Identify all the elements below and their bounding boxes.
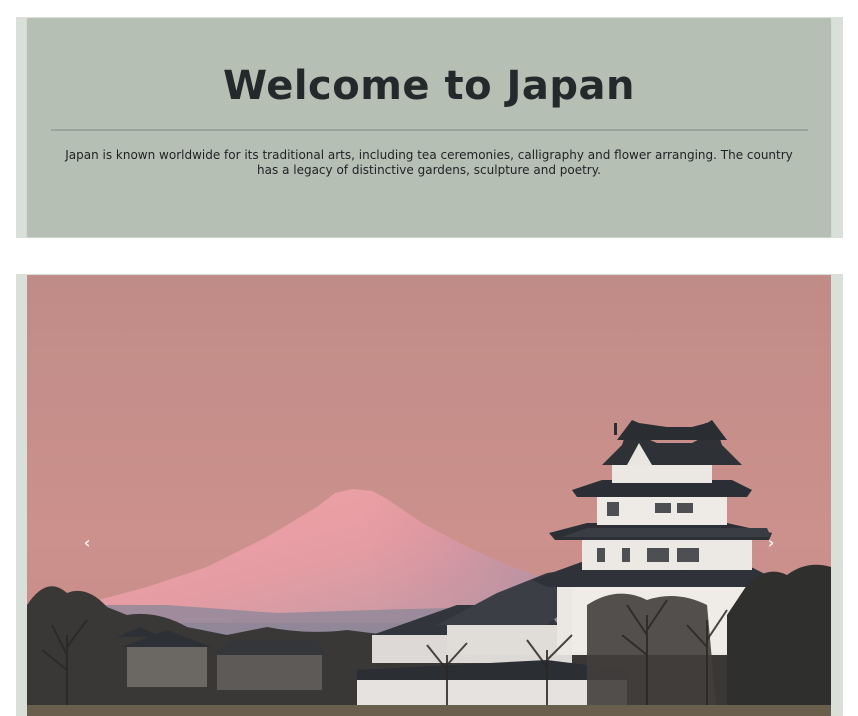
- carousel-prev-button[interactable]: ‹: [77, 530, 97, 554]
- divider: [51, 129, 808, 131]
- carousel-slide: ‹ ›: [27, 275, 831, 716]
- slide-image: [27, 275, 831, 716]
- carousel-next-button[interactable]: ›: [761, 530, 781, 554]
- hero-card: Welcome to Japan Japan is known worldwid…: [27, 18, 831, 237]
- page-title: Welcome to Japan: [223, 63, 635, 109]
- hero-description: Japan is known worldwide for its traditi…: [65, 148, 793, 177]
- image-carousel: ‹ ›: [16, 274, 843, 716]
- page: Welcome to Japan Japan is known worldwid…: [0, 0, 858, 716]
- hero-section: Welcome to Japan Japan is known worldwid…: [16, 17, 843, 238]
- chevron-left-icon: ‹: [83, 532, 91, 552]
- chevron-right-icon: ›: [767, 532, 775, 552]
